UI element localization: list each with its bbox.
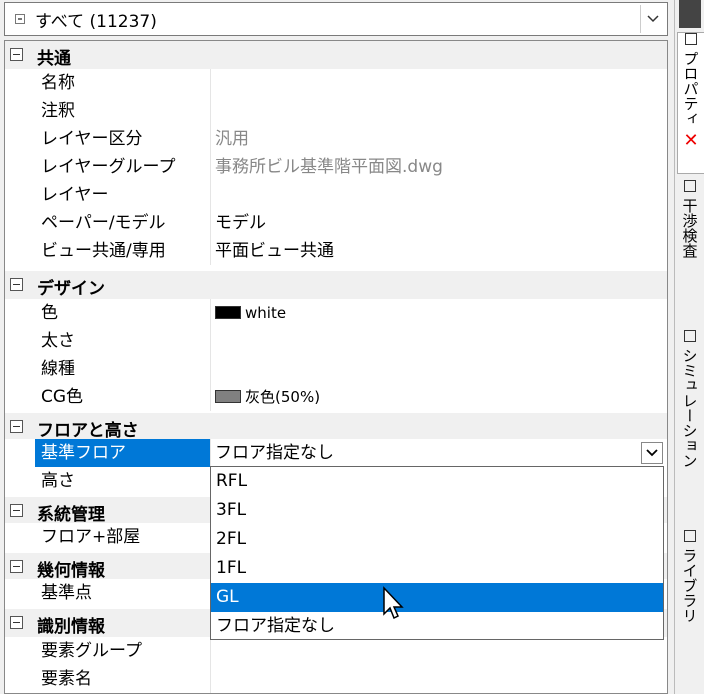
- color-swatch: [215, 306, 241, 319]
- property-name: ペーパー/モデル: [35, 209, 211, 237]
- property-name: ビュー共通/専用: [35, 237, 211, 265]
- property-row[interactable]: 注釈: [5, 97, 667, 125]
- properties-icon: [685, 33, 697, 45]
- category-label: 共通: [37, 49, 71, 69]
- property-name: 要素名: [35, 665, 211, 693]
- tab-interference[interactable]: 干渉検査: [677, 180, 703, 310]
- category-label: 識別情報: [37, 617, 105, 637]
- tab-strip-header: [679, 0, 701, 28]
- category-label: 系統管理: [37, 505, 105, 525]
- property-name: レイヤー区分: [35, 125, 211, 153]
- mouse-cursor-icon: [382, 586, 406, 627]
- property-name: CG色: [35, 383, 211, 411]
- property-row[interactable]: 色 white: [5, 299, 667, 327]
- cg-color-value: 灰色(50%): [245, 388, 321, 406]
- collapse-square-icon: [15, 14, 25, 24]
- property-row[interactable]: 要素名: [5, 665, 667, 693]
- property-name: 線種: [35, 355, 211, 383]
- tab-label: シミュレーション: [680, 348, 699, 468]
- property-row[interactable]: CG色 灰色(50%): [5, 383, 667, 411]
- tab-properties[interactable]: プロパティ ✕: [677, 32, 704, 174]
- tab-label: 干渉検査: [680, 198, 699, 258]
- category-label: フロアと高さ: [37, 421, 139, 441]
- property-value[interactable]: フロア指定なし: [215, 439, 334, 467]
- collapse-icon[interactable]: [10, 48, 23, 61]
- category-design[interactable]: デザイン: [5, 271, 667, 299]
- side-tab-strip: プロパティ ✕ 干渉検査 シミュレーション ライブラリ: [674, 0, 704, 694]
- chevron-down-icon[interactable]: [640, 5, 665, 33]
- property-name: 名称: [35, 69, 211, 97]
- collapse-icon[interactable]: [10, 504, 23, 517]
- property-value: 事務所ビル基準階平面図.dwg: [215, 157, 443, 177]
- property-row[interactable]: レイヤー区分 汎用: [5, 125, 667, 153]
- tab-label: プロパティ: [681, 51, 700, 126]
- tab-library[interactable]: ライブラリ: [677, 530, 703, 660]
- property-name: レイヤーグループ: [35, 153, 211, 181]
- selector-label: すべて (11237): [35, 11, 157, 32]
- property-value: モデル: [215, 213, 266, 233]
- category-floor[interactable]: フロアと高さ: [5, 413, 667, 441]
- property-name: レイヤー: [35, 181, 211, 209]
- property-name: 基準フロア: [35, 439, 211, 467]
- collapse-icon[interactable]: [10, 278, 23, 291]
- property-row[interactable]: ペーパー/モデル モデル: [5, 209, 667, 237]
- property-value: 平面ビュー共通: [215, 241, 334, 261]
- category-common[interactable]: 共通: [5, 41, 667, 69]
- dropdown-option[interactable]: 3FL: [211, 496, 663, 525]
- close-icon[interactable]: ✕: [683, 130, 698, 151]
- property-name: 要素グループ: [35, 637, 211, 665]
- property-row[interactable]: レイヤーグループ 事務所ビル基準階平面図.dwg: [5, 153, 667, 181]
- property-row[interactable]: 線種: [5, 355, 667, 383]
- dropdown-option[interactable]: フロア指定なし: [211, 612, 663, 641]
- tab-simulation[interactable]: シミュレーション: [677, 330, 703, 520]
- property-name: 太さ: [35, 327, 211, 355]
- collapse-icon[interactable]: [10, 420, 23, 433]
- category-label: 幾何情報: [37, 561, 105, 581]
- property-name: 基準点: [35, 579, 211, 607]
- property-row[interactable]: 要素グループ: [5, 637, 667, 665]
- interference-icon: [684, 180, 696, 192]
- dropdown-option-highlighted[interactable]: GL: [211, 583, 663, 612]
- collapse-icon[interactable]: [10, 616, 23, 629]
- collapse-icon[interactable]: [10, 560, 23, 573]
- dropdown-option[interactable]: RFL: [211, 467, 663, 496]
- property-value: 汎用: [215, 129, 249, 149]
- color-value: white: [245, 304, 287, 322]
- category-label: デザイン: [37, 279, 105, 299]
- floor-dropdown-list[interactable]: RFL 3FL 2FL 1FL GL フロア指定なし: [210, 466, 664, 640]
- property-row[interactable]: 太さ: [5, 327, 667, 355]
- dropdown-option[interactable]: 2FL: [211, 525, 663, 554]
- property-name: フロア+部屋: [35, 523, 211, 551]
- property-row[interactable]: レイヤー: [5, 181, 667, 209]
- property-name: 注釈: [35, 97, 211, 125]
- simulation-icon: [684, 330, 696, 342]
- chevron-down-icon[interactable]: [641, 442, 663, 464]
- tab-label: ライブラリ: [680, 548, 699, 623]
- library-icon: [684, 530, 696, 542]
- property-value: 灰色(50%): [215, 383, 320, 411]
- color-swatch: [215, 390, 241, 403]
- property-name: 高さ: [35, 467, 211, 495]
- property-row[interactable]: 名称: [5, 69, 667, 97]
- dropdown-option[interactable]: 1FL: [211, 554, 663, 583]
- property-value: white: [215, 299, 286, 327]
- element-type-selector[interactable]: すべて (11237): [4, 2, 668, 36]
- property-row[interactable]: ビュー共通/専用 平面ビュー共通: [5, 237, 667, 265]
- property-row-selected[interactable]: 基準フロア フロア指定なし: [5, 439, 667, 467]
- property-name: 色: [35, 299, 211, 327]
